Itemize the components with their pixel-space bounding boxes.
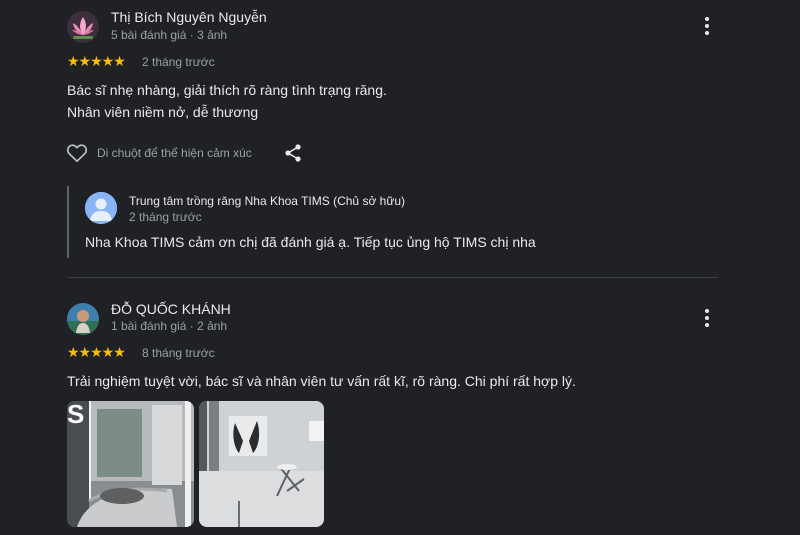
review-date: 8 tháng trước	[142, 346, 215, 360]
owner-avatar[interactable]	[85, 192, 117, 224]
reply-indicator	[67, 186, 69, 258]
reviewer-avatar[interactable]	[67, 11, 99, 43]
review-divider	[67, 277, 718, 278]
review-date: 2 tháng trước	[142, 55, 215, 69]
review-text: Trải nghiệm tuyệt vời, bác sĩ và nhân vi…	[67, 373, 576, 389]
more-vert-icon	[705, 309, 709, 327]
more-options-button[interactable]	[695, 14, 719, 38]
react-button[interactable]	[66, 143, 88, 163]
share-button[interactable]	[283, 143, 303, 163]
photo-overlay-letter: S	[67, 401, 85, 429]
share-icon	[285, 144, 301, 162]
reviewer-meta: 5 bài đánh giá · 3 ảnh	[111, 28, 228, 42]
lotus-avatar-icon	[67, 11, 99, 43]
clinic-photo-1	[67, 401, 194, 527]
reviewer-avatar[interactable]	[67, 303, 99, 335]
star-rating: ★★★★★	[67, 53, 126, 69]
reply-text: Nha Khoa TIMS cảm ơn chị đã đánh giá ạ. …	[85, 234, 536, 250]
more-options-button[interactable]	[695, 306, 719, 330]
review-text-line: Nhân viên niềm nở, dễ thương	[67, 104, 259, 120]
reply-date: 2 tháng trước	[129, 210, 202, 224]
reviewer-name[interactable]: Thị Bích Nguyên Nguyễn	[111, 9, 267, 25]
photo-avatar-icon	[67, 303, 99, 335]
review-photo[interactable]: S	[67, 401, 194, 527]
person-avatar-icon	[85, 192, 117, 224]
reviewer-meta: 1 bài đánh giá · 2 ảnh	[111, 319, 228, 333]
heart-outline-icon	[66, 144, 88, 163]
star-rating: ★★★★★	[67, 344, 126, 360]
reviewer-name[interactable]: ĐỖ QUỐC KHÁNH	[111, 301, 231, 317]
more-vert-icon	[705, 17, 709, 35]
review-text-line: Bác sĩ nhẹ nhàng, giải thích rõ ràng tìn…	[67, 82, 387, 98]
review-photo[interactable]	[199, 401, 324, 527]
react-hint-label: Di chuột để thể hiện cảm xúc	[97, 146, 252, 160]
clinic-photo-2	[199, 401, 324, 527]
owner-name[interactable]: Trung tâm trồng răng Nha Khoa TIMS (Chủ …	[129, 194, 405, 208]
